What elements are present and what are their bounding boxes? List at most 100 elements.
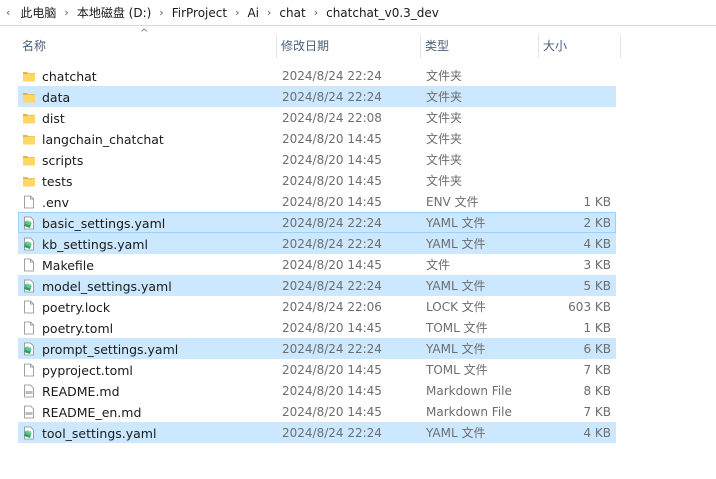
breadcrumb-item[interactable]: 此电脑 xyxy=(14,4,62,21)
file-date: 2024/8/20 14:45 xyxy=(282,153,382,167)
file-name: scripts xyxy=(42,153,84,168)
file-type: Markdown File xyxy=(426,405,512,419)
column-header-size[interactable]: 大小 xyxy=(538,34,620,58)
breadcrumb-separator-icon[interactable]: › xyxy=(233,6,241,19)
blank-file-icon xyxy=(22,300,36,314)
blank-file-icon xyxy=(22,195,36,209)
file-name: prompt_settings.yaml xyxy=(42,342,179,357)
blank-file-icon xyxy=(22,321,36,335)
file-size: 4 KB xyxy=(583,426,611,440)
file-row[interactable]: Makefile 2024/8/20 14:45 文件 3 KB xyxy=(18,254,616,275)
file-row[interactable]: poetry.lock 2024/8/24 22:06 LOCK 文件 603 KB xyxy=(18,296,616,317)
column-header-type[interactable]: 类型 xyxy=(420,34,538,58)
file-name: poetry.lock xyxy=(42,300,111,315)
folder-icon xyxy=(22,132,36,146)
file-size: 4 KB xyxy=(583,237,611,251)
column-header-row: ^ 名称 修改日期 类型 大小 xyxy=(0,28,716,58)
file-name: langchain_chatchat xyxy=(42,132,164,147)
file-date: 2024/8/24 22:24 xyxy=(282,342,382,356)
file-row[interactable]: chatchat 2024/8/24 22:24 文件夹 xyxy=(18,65,616,86)
file-row[interactable]: langchain_chatchat 2024/8/20 14:45 文件夹 xyxy=(18,128,616,149)
folder-icon xyxy=(22,69,36,83)
file-date: 2024/8/24 22:24 xyxy=(282,216,382,230)
file-type: 文件夹 xyxy=(426,132,463,146)
file-date: 2024/8/24 22:24 xyxy=(282,279,382,293)
file-size: 2 KB xyxy=(583,216,611,230)
file-type: LOCK 文件 xyxy=(426,300,486,314)
file-name: kb_settings.yaml xyxy=(42,237,148,252)
breadcrumb-item[interactable]: 本地磁盘 (D:) xyxy=(71,4,157,21)
file-name: basic_settings.yaml xyxy=(42,216,166,231)
file-name: chatchat xyxy=(42,69,97,84)
file-row[interactable]: pyproject.toml 2024/8/20 14:45 TOML 文件 7 KB xyxy=(18,359,616,380)
file-type: 文件夹 xyxy=(426,90,463,104)
file-type: 文件夹 xyxy=(426,174,463,188)
markdown-file-icon xyxy=(22,405,36,419)
file-name: tests xyxy=(42,174,73,189)
yaml-file-icon xyxy=(22,279,36,293)
breadcrumb-separator-icon[interactable]: › xyxy=(265,6,273,19)
file-name: tool_settings.yaml xyxy=(42,426,157,441)
folder-icon xyxy=(22,111,36,125)
breadcrumb-item[interactable]: FirProject xyxy=(166,6,233,20)
file-row[interactable]: kb_settings.yaml 2024/8/24 22:24 YAML 文件 4 … xyxy=(18,233,616,254)
breadcrumb-separator-icon[interactable]: › xyxy=(157,6,165,19)
file-date: 2024/8/20 14:45 xyxy=(282,174,382,188)
file-size: 7 KB xyxy=(583,363,611,377)
markdown-file-icon xyxy=(22,384,36,398)
breadcrumb-separator-icon[interactable]: › xyxy=(312,6,320,19)
file-name: .env xyxy=(42,195,69,210)
file-type: 文件夹 xyxy=(426,111,463,125)
file-date: 2024/8/24 22:24 xyxy=(282,426,382,440)
breadcrumb-separator-icon[interactable]: › xyxy=(62,6,70,19)
file-date: 2024/8/20 14:45 xyxy=(282,132,382,146)
file-type: YAML 文件 xyxy=(426,237,486,251)
file-row[interactable]: tests 2024/8/20 14:45 文件夹 xyxy=(18,170,616,191)
file-type: 文件夹 xyxy=(426,69,463,83)
file-size: 5 KB xyxy=(583,279,611,293)
file-row[interactable]: README_en.md 2024/8/20 14:45 Markdown File… xyxy=(18,401,616,422)
blank-file-icon xyxy=(22,363,36,377)
file-row[interactable]: basic_settings.yaml 2024/8/24 22:24 YAML 文… xyxy=(18,212,616,233)
file-row[interactable]: model_settings.yaml 2024/8/24 22:24 YAML 文… xyxy=(18,275,616,296)
file-row[interactable]: dist 2024/8/24 22:08 文件夹 xyxy=(18,107,616,128)
file-type: ENV 文件 xyxy=(426,195,479,209)
folder-icon xyxy=(22,90,36,104)
file-name: data xyxy=(42,90,71,105)
column-header-date[interactable]: 修改日期 xyxy=(276,34,420,58)
file-row[interactable]: scripts 2024/8/20 14:45 文件夹 xyxy=(18,149,616,170)
file-type: YAML 文件 xyxy=(426,216,486,230)
file-type: YAML 文件 xyxy=(426,426,486,440)
file-row[interactable]: .env 2024/8/20 14:45 ENV 文件 1 KB xyxy=(18,191,616,212)
file-date: 2024/8/20 14:45 xyxy=(282,321,382,335)
file-name: Makefile xyxy=(42,258,94,273)
file-date: 2024/8/24 22:24 xyxy=(282,90,382,104)
breadcrumb-item[interactable]: chatchat_v0.3_dev xyxy=(320,6,445,20)
address-bar[interactable]: ‹ 此电脑 › 本地磁盘 (D:) › FirProject › Ai › chat › chatc… xyxy=(0,0,716,26)
file-row[interactable]: tool_settings.yaml 2024/8/24 22:24 YAML 文件… xyxy=(18,422,616,443)
breadcrumb-item[interactable]: Ai xyxy=(241,6,265,20)
file-name: README.md xyxy=(42,384,120,399)
file-name: poetry.toml xyxy=(42,321,114,336)
file-row[interactable]: prompt_settings.yaml 2024/8/24 22:24 YAML … xyxy=(18,338,616,359)
column-header-name[interactable]: 名称 xyxy=(18,34,274,58)
file-date: 2024/8/20 14:45 xyxy=(282,195,382,209)
file-date: 2024/8/20 14:45 xyxy=(282,405,382,419)
chevron-left-icon[interactable]: ‹ xyxy=(6,6,14,19)
file-type: 文件 xyxy=(426,258,451,272)
breadcrumb-item[interactable]: chat xyxy=(273,6,311,20)
file-size: 1 KB xyxy=(583,321,611,335)
file-size: 603 KB xyxy=(568,300,611,314)
yaml-file-icon xyxy=(22,426,36,440)
folder-icon xyxy=(22,174,36,188)
file-size: 8 KB xyxy=(583,384,611,398)
file-date: 2024/8/20 14:45 xyxy=(282,363,382,377)
file-row[interactable]: README.md 2024/8/20 14:45 Markdown File 8 K… xyxy=(18,380,616,401)
file-row[interactable]: poetry.toml 2024/8/20 14:45 TOML 文件 1 KB xyxy=(18,317,616,338)
file-row[interactable]: data 2024/8/24 22:24 文件夹 xyxy=(18,86,616,107)
file-size: 6 KB xyxy=(583,342,611,356)
breadcrumb: 此电脑 › 本地磁盘 (D:) › FirProject › Ai › chat › chatcha… xyxy=(14,4,445,21)
file-date: 2024/8/24 22:08 xyxy=(282,111,382,125)
yaml-file-icon xyxy=(22,342,36,356)
file-date: 2024/8/24 22:24 xyxy=(282,237,382,251)
